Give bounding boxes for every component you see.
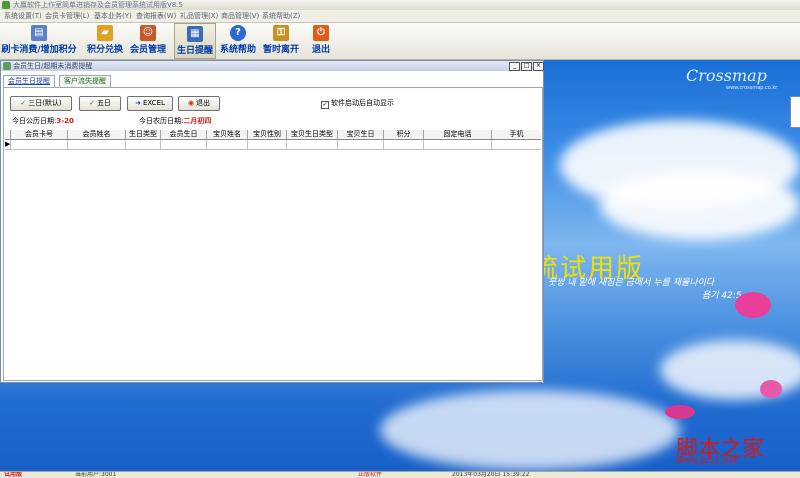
menu-bar: 系统设置(T) 会员卡管理(L) 基本业务(Y) 查询报表(W) 礼品管理(X)… bbox=[0, 10, 800, 23]
birthday-icon: ▦ bbox=[187, 26, 203, 42]
wallpaper-verse: 뭇쌍 내 맡에 새짐은 금에서 누를 재물나이다 bbox=[548, 278, 715, 288]
autoshow-checkbox[interactable]: ✓ 软件启动后自动显示 bbox=[321, 98, 394, 109]
birthday-grid[interactable]: 会员卡号 会员姓名 生日类型 会员生日 宝贝姓名 宝贝性别 宝贝生日类型 宝贝生… bbox=[5, 130, 541, 378]
member-management-button[interactable]: ☺ 会员管理 bbox=[128, 23, 168, 59]
table-cell[interactable] bbox=[248, 140, 287, 149]
key-icon: ⚿ bbox=[273, 25, 289, 41]
app-titlebar: 大赢软件上作室简单进销存及会员管理系统试用版V8.5 bbox=[0, 0, 800, 10]
swipe-consume-button[interactable]: ▤ 刷卡消费/增加积分 bbox=[0, 23, 78, 59]
child-window-titlebar: 会员生日/超期未消费提醒 _ □ × bbox=[1, 61, 544, 71]
card-icon: ▤ bbox=[31, 25, 47, 41]
birthday-panel: ✓ 三日(默认) ✓ 五日 ➜ EXCEL ◉ 退出 ✓ 软件启动后自动显示 今日公历日期… bbox=[3, 87, 543, 381]
checkbox-box[interactable]: ✓ bbox=[321, 101, 329, 109]
folder-icon: ▰ bbox=[97, 25, 113, 41]
points-exchange-button[interactable]: ▰ 积分兑换 bbox=[84, 23, 126, 59]
wallpaper-brand-url: www.crossmap.co.kr bbox=[726, 85, 778, 91]
check-icon: ✓ bbox=[20, 99, 27, 107]
column-header[interactable]: 生日类型 bbox=[126, 130, 161, 139]
tab-member-birthday[interactable]: 会员生日提醒 bbox=[3, 75, 55, 87]
users-icon: ☺ bbox=[140, 25, 156, 41]
column-header[interactable]: 会员姓名 bbox=[68, 130, 126, 139]
flower-image bbox=[665, 405, 695, 419]
table-cell[interactable] bbox=[207, 140, 248, 149]
five-days-button[interactable]: ✓ 五日 bbox=[79, 96, 121, 111]
menu-system-settings[interactable]: 系统设置(T) bbox=[4, 11, 42, 21]
side-panel-tab[interactable] bbox=[790, 96, 800, 128]
table-cell[interactable] bbox=[287, 140, 338, 149]
table-cell[interactable] bbox=[126, 140, 161, 149]
column-header[interactable]: 会员卡号 bbox=[11, 130, 68, 139]
app-logo-icon bbox=[2, 1, 10, 9]
menu-product-management[interactable]: 商品管理(V) bbox=[221, 11, 259, 21]
table-cell[interactable] bbox=[384, 140, 424, 149]
menu-system-help[interactable]: 系统帮助(Z) bbox=[262, 11, 300, 21]
table-cell[interactable] bbox=[338, 140, 384, 149]
maximize-icon[interactable]: □ bbox=[521, 62, 532, 71]
flower-image bbox=[735, 292, 771, 318]
window-icon bbox=[3, 62, 11, 70]
help-icon: ? bbox=[230, 25, 246, 41]
lunar-date-value: 二月初四 bbox=[183, 117, 212, 125]
column-header[interactable]: 积分 bbox=[384, 130, 424, 139]
temporary-leave-button[interactable]: ⚿ 暂时离开 bbox=[261, 23, 301, 59]
menu-member-card[interactable]: 会员卡管理(L) bbox=[45, 11, 89, 21]
operator-status: 当前用户:3001 bbox=[75, 471, 117, 478]
child-window-title: 会员生日/超期未消费提醒 bbox=[13, 62, 93, 70]
system-help-button[interactable]: ? 系统帮助 bbox=[218, 23, 258, 59]
exit-icon: ◉ bbox=[187, 99, 195, 107]
wallpaper-brand: Crossmap bbox=[686, 66, 767, 85]
flower-image bbox=[760, 380, 782, 398]
column-header[interactable]: 宝贝姓名 bbox=[207, 130, 248, 139]
column-header[interactable]: 固定电话 bbox=[424, 130, 492, 139]
table-cell[interactable] bbox=[68, 140, 126, 149]
lunar-date: 今日农历日期:二月初四 bbox=[139, 117, 212, 125]
watermark-url: www.jb51.net bbox=[676, 456, 738, 466]
minimize-icon[interactable]: _ bbox=[509, 62, 520, 71]
table-cell[interactable] bbox=[161, 140, 207, 149]
menu-query-reports[interactable]: 查询报表(W) bbox=[136, 11, 176, 21]
arrow-right-icon: ➜ bbox=[135, 99, 141, 107]
table-row[interactable]: ▶ bbox=[5, 140, 541, 150]
table-cell[interactable] bbox=[424, 140, 492, 149]
main-toolbar: ▤ 刷卡消费/增加积分 ▰ 积分兑换 ☺ 会员管理 ▦ 生日提醒 ? 系统帮助 … bbox=[0, 23, 800, 60]
excel-export-button[interactable]: ➜ EXCEL bbox=[127, 96, 173, 111]
three-days-button[interactable]: ✓ 三日(默认) bbox=[10, 96, 72, 111]
menu-basic-business[interactable]: 基本业务(Y) bbox=[94, 11, 132, 21]
panel-exit-button[interactable]: ◉ 退出 bbox=[178, 96, 220, 111]
trial-status: 试用版 bbox=[4, 471, 23, 478]
table-cell[interactable] bbox=[11, 140, 68, 149]
solar-date-value: 3-20 bbox=[56, 117, 74, 125]
birthday-reminder-window: 会员生日/超期未消费提醒 _ □ × 会员生日提醒 客户流失提醒 ✓ 三日(默认)… bbox=[0, 60, 544, 383]
solar-date: 今日公历日期:3-20 bbox=[12, 117, 74, 125]
check-icon: ✓ bbox=[89, 99, 95, 107]
column-header[interactable]: 宝贝生日 bbox=[338, 130, 384, 139]
column-header[interactable]: 手机 bbox=[492, 130, 541, 139]
power-icon: ⏻ bbox=[313, 25, 329, 41]
tab-customer-churn[interactable]: 客户流失提醒 bbox=[59, 75, 111, 87]
table-cell[interactable] bbox=[492, 140, 541, 149]
app-title: 大赢软件上作室简单进销存及会员管理系统试用版V8.5 bbox=[13, 1, 183, 9]
autoshow-label: 软件启动后自动显示 bbox=[331, 99, 394, 107]
clock-status: 2013年03月20日 15:39:22 bbox=[452, 471, 530, 478]
exit-button[interactable]: ⏻ 退出 bbox=[305, 23, 337, 59]
menu-gift-management[interactable]: 礼品管理(X) bbox=[180, 11, 218, 21]
birthday-reminder-button[interactable]: ▦ 生日提醒 bbox=[174, 23, 216, 59]
grid-header: 会员卡号 会员姓名 生日类型 会员生日 宝贝姓名 宝贝性别 宝贝生日类型 宝贝生… bbox=[5, 130, 541, 140]
column-header[interactable]: 会员生日 bbox=[161, 130, 207, 139]
column-header[interactable]: 宝贝生日类型 bbox=[287, 130, 338, 139]
license-status: 正版软件 bbox=[358, 471, 383, 478]
column-header[interactable]: 宝贝性别 bbox=[248, 130, 287, 139]
close-icon[interactable]: × bbox=[533, 62, 544, 71]
